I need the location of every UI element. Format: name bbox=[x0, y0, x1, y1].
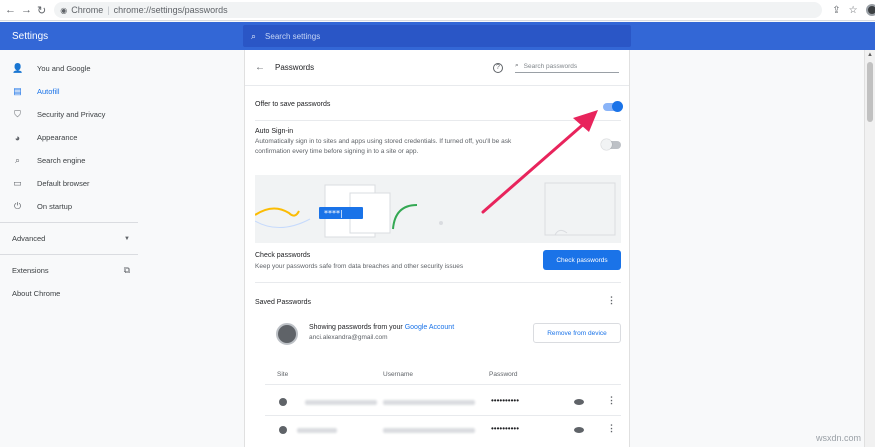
arrow-shaft bbox=[481, 120, 588, 214]
annotation-arrow bbox=[481, 110, 598, 214]
watermark: wsxdn.com bbox=[815, 433, 861, 443]
